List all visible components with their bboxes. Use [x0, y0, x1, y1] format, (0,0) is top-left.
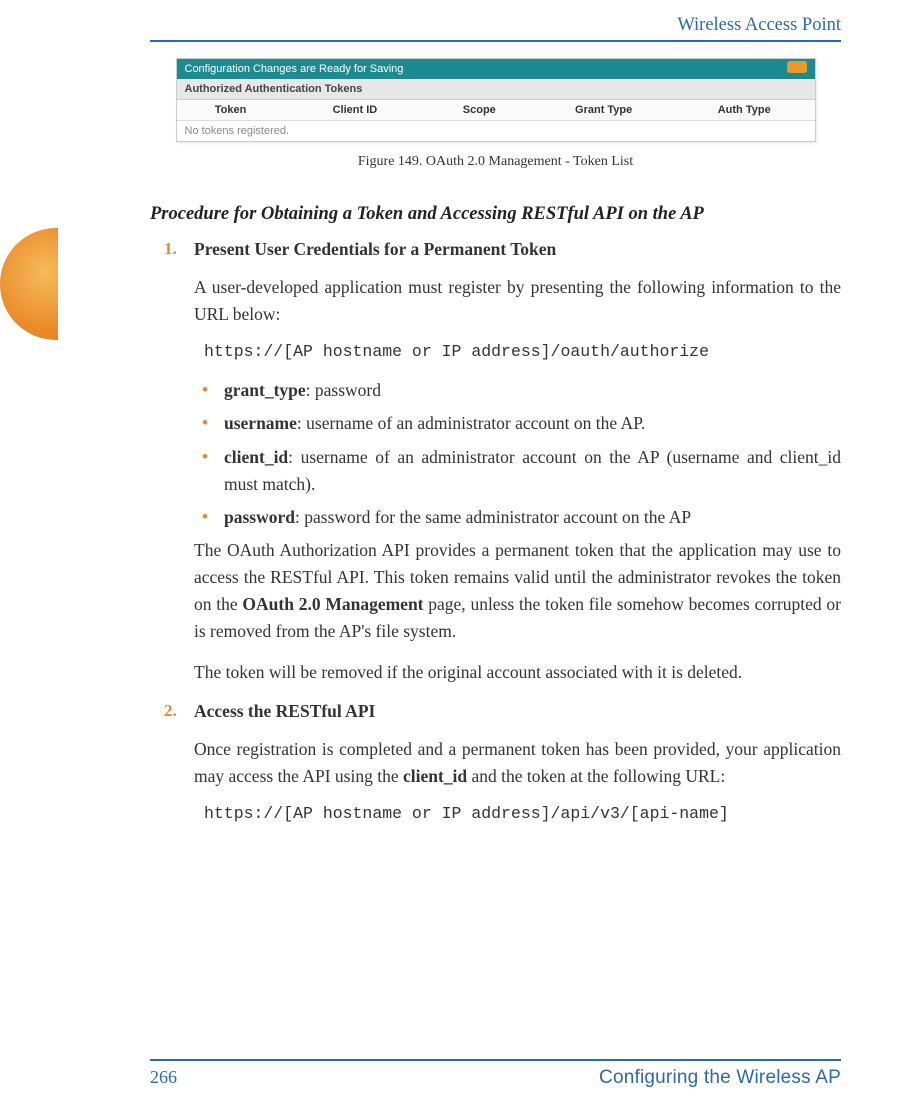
- bullet-grant-type: grant_type: password: [194, 377, 841, 404]
- figure-screenshot: Configuration Changes are Ready for Savi…: [176, 58, 816, 142]
- side-ornament: [0, 228, 58, 340]
- step-2-para-1-bold: client_id: [403, 766, 467, 786]
- step-title: Present User Credentials for a Permanent…: [194, 239, 841, 260]
- figure-caption: Figure 149. OAuth 2.0 Management - Token…: [150, 154, 841, 170]
- bullet-client-id: client_id: username of an administrator …: [194, 444, 841, 498]
- step-number: 1.: [164, 239, 177, 259]
- page-content: Configuration Changes are Ready for Savi…: [150, 58, 841, 839]
- page-number: 266: [150, 1067, 177, 1088]
- procedure-steps: 1. Present User Credentials for a Perman…: [150, 239, 841, 823]
- step-1-para-3: The token will be removed if the origina…: [194, 659, 841, 686]
- header-title: Wireless Access Point: [677, 15, 841, 35]
- bullet-rest: : password for the same administrator ac…: [295, 507, 691, 527]
- bullet-rest: : username of an administrator account o…: [297, 413, 645, 433]
- step-1: 1. Present User Credentials for a Perman…: [150, 239, 841, 687]
- bullet-username: username: username of an administrator a…: [194, 410, 841, 437]
- footer-section-title: Configuring the Wireless AP: [599, 1067, 841, 1089]
- figure-empty-message: No tokens registered.: [177, 121, 815, 141]
- step-title: Access the RESTful API: [194, 701, 841, 722]
- side-ornament-circle: [0, 228, 58, 340]
- figure-col-scope: Scope: [425, 104, 533, 116]
- step-1-code: https://[AP hostname or IP address]/oaut…: [204, 342, 841, 361]
- bullet-label: password: [224, 507, 295, 527]
- figure-table-header: Token Client ID Scope Grant Type Auth Ty…: [177, 100, 815, 121]
- step-1-para-2: The OAuth Authorization API provides a p…: [194, 537, 841, 646]
- figure-col-grant-type: Grant Type: [533, 104, 674, 116]
- step-2: 2. Access the RESTful API Once registrat…: [150, 701, 841, 823]
- figure-banner: Configuration Changes are Ready for Savi…: [177, 59, 815, 79]
- figure-col-token: Token: [177, 104, 285, 116]
- figure-banner-text: Configuration Changes are Ready for Savi…: [185, 63, 404, 75]
- bullet-label: username: [224, 413, 297, 433]
- step-number: 2.: [164, 701, 177, 721]
- step-1-para-1: A user-developed application must regist…: [194, 274, 841, 328]
- page-header: Wireless Access Point: [150, 15, 841, 42]
- figure-subheader: Authorized Authentication Tokens: [177, 79, 815, 100]
- step-2-para-1: Once registration is completed and a per…: [194, 736, 841, 790]
- step-2-code: https://[AP hostname or IP address]/api/…: [204, 804, 841, 823]
- bullet-rest: : password: [306, 380, 381, 400]
- figure-col-auth-type: Auth Type: [674, 104, 815, 116]
- figure-col-client-id: Client ID: [285, 104, 426, 116]
- bullet-label: client_id: [224, 447, 288, 467]
- bullet-password: password: password for the same administ…: [194, 504, 841, 531]
- bullet-rest: : username of an administrator account o…: [224, 447, 841, 494]
- step-2-para-1b: and the token at the following URL:: [467, 766, 725, 786]
- step-1-para-2-bold: OAuth 2.0 Management: [242, 594, 423, 614]
- figure-banner-icon: [787, 61, 807, 73]
- step-1-bullets: grant_type: password username: username …: [194, 377, 841, 531]
- procedure-title: Procedure for Obtaining a Token and Acce…: [150, 204, 841, 225]
- page-footer: 266 Configuring the Wireless AP: [150, 1059, 841, 1089]
- bullet-label: grant_type: [224, 380, 306, 400]
